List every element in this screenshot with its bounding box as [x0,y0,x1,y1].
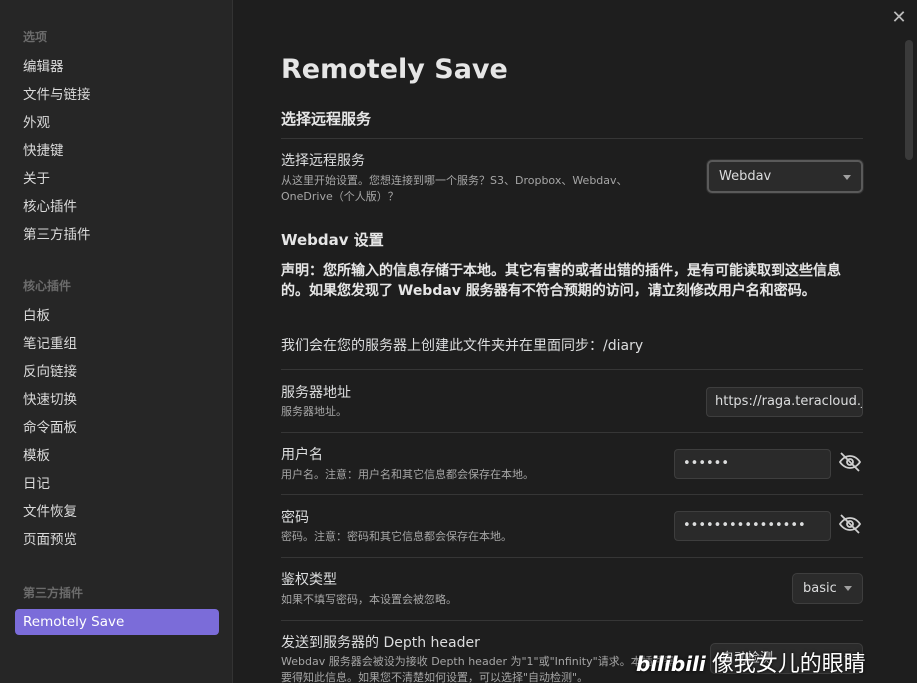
watermark-text: 像我女儿的眼睛 [711,652,866,677]
page-title: Remotely Save [281,54,508,85]
sidebar-item-appearance[interactable]: 外观 [0,109,232,137]
sidebar-header-core: 核心插件 [23,279,72,293]
setting-desc-depth-line1: Webdav 服务器会被设为接收 Depth header 为"1"或"Infi… [281,655,675,668]
setting-name-server: 服务器地址 [281,385,351,401]
chevron-down-icon [843,175,851,180]
setting-desc-auth: 如果不填写密码，本设置会被忽略。 [281,593,457,606]
sync-folder-info: 我们会在您的服务器上创建此文件夹并在里面同步：/diary [281,338,644,354]
setting-name-username: 用户名 [281,447,323,463]
sidebar-item-note-composer[interactable]: 笔记重组 [0,330,232,358]
setting-name-service: 选择远程服务 [281,153,365,169]
sidebar-header-options: 选项 [23,30,48,44]
auth-type-value: basic [803,581,837,596]
sidebar-item-about[interactable]: 关于 [0,165,232,193]
sidebar-item-quick-switcher[interactable]: 快速切换 [0,386,232,414]
sidebar-item-backlinks[interactable]: 反向链接 [0,358,232,386]
setting-desc-server: 服务器地址。 [281,405,347,418]
server-address-input[interactable]: https://raga.teracloud.jp/ [706,387,863,417]
divider [281,620,863,621]
sidebar-item-hotkeys[interactable]: 快捷键 [0,137,232,165]
divider [281,369,863,370]
service-select-value: Webdav [719,169,772,184]
security-warning: 声明：您所输入的信息存储于本地。其它有害的或者出错的插件，是有可能读取到这些信息… [281,263,841,299]
sidebar-item-core-plugins[interactable]: 核心插件 [0,193,232,221]
setting-name-depth: 发送到服务器的 Depth header [281,635,480,651]
sidebar-item-file-recovery[interactable]: 文件恢复 [0,498,232,526]
sidebar-item-templates[interactable]: 模板 [0,442,232,470]
sidebar-item-daily-notes[interactable]: 日记 [0,470,232,498]
settings-sidebar: 选项 编辑器 文件与链接 外观 快捷键 关于 核心插件 第三方插件 核心插件 白… [0,0,233,683]
service-select[interactable]: Webdav [707,160,863,193]
close-icon[interactable]: ✕ [889,8,909,28]
section-heading-webdav: Webdav 设置 [281,231,384,249]
setting-desc-service-line1: 从这里开始设置。您想连接到哪一个服务？S3、Dropbox、Webdav、 [281,174,628,187]
divider [281,138,863,139]
eye-off-icon[interactable] [838,512,862,536]
sidebar-item-page-preview[interactable]: 页面预览 [0,526,232,554]
password-input[interactable]: •••••••••••••••• [674,511,831,541]
chevron-down-icon [844,586,852,591]
sidebar-item-remotely-save[interactable]: Remotely Save [15,609,219,635]
setting-desc-password: 密码。注意：密码和其它信息都会保存在本地。 [281,530,512,543]
setting-desc-depth-line2: 要得知此信息。如果您不清楚如何设置，可以选择"自动检测"。 [281,671,589,683]
divider [281,432,863,433]
sidebar-item-command-palette[interactable]: 命令面板 [0,414,232,442]
sidebar-item-community-plugins[interactable]: 第三方插件 [0,221,232,249]
divider [281,494,863,495]
divider [281,557,863,558]
sidebar-item-canvas[interactable]: 白板 [0,302,232,330]
setting-name-password: 密码 [281,510,309,526]
video-watermark: bilibili 像我女儿的眼睛 [636,646,866,678]
eye-off-icon[interactable] [838,450,862,474]
sidebar-header-community: 第三方插件 [23,586,84,600]
setting-name-auth: 鉴权类型 [281,572,337,588]
sidebar-item-files-links[interactable]: 文件与链接 [0,81,232,109]
sidebar-item-editor[interactable]: 编辑器 [0,53,232,81]
setting-desc-service-line2: OneDrive（个人版）？ [281,190,399,203]
username-input[interactable]: •••••• [674,449,831,479]
auth-type-select[interactable]: basic [792,573,863,604]
bilibili-logo: bilibili [636,652,706,676]
section-heading-service: 选择远程服务 [281,110,372,128]
setting-desc-username: 用户名。注意：用户名和其它信息都会保存在本地。 [281,468,534,481]
scrollbar-thumb[interactable] [905,40,913,160]
